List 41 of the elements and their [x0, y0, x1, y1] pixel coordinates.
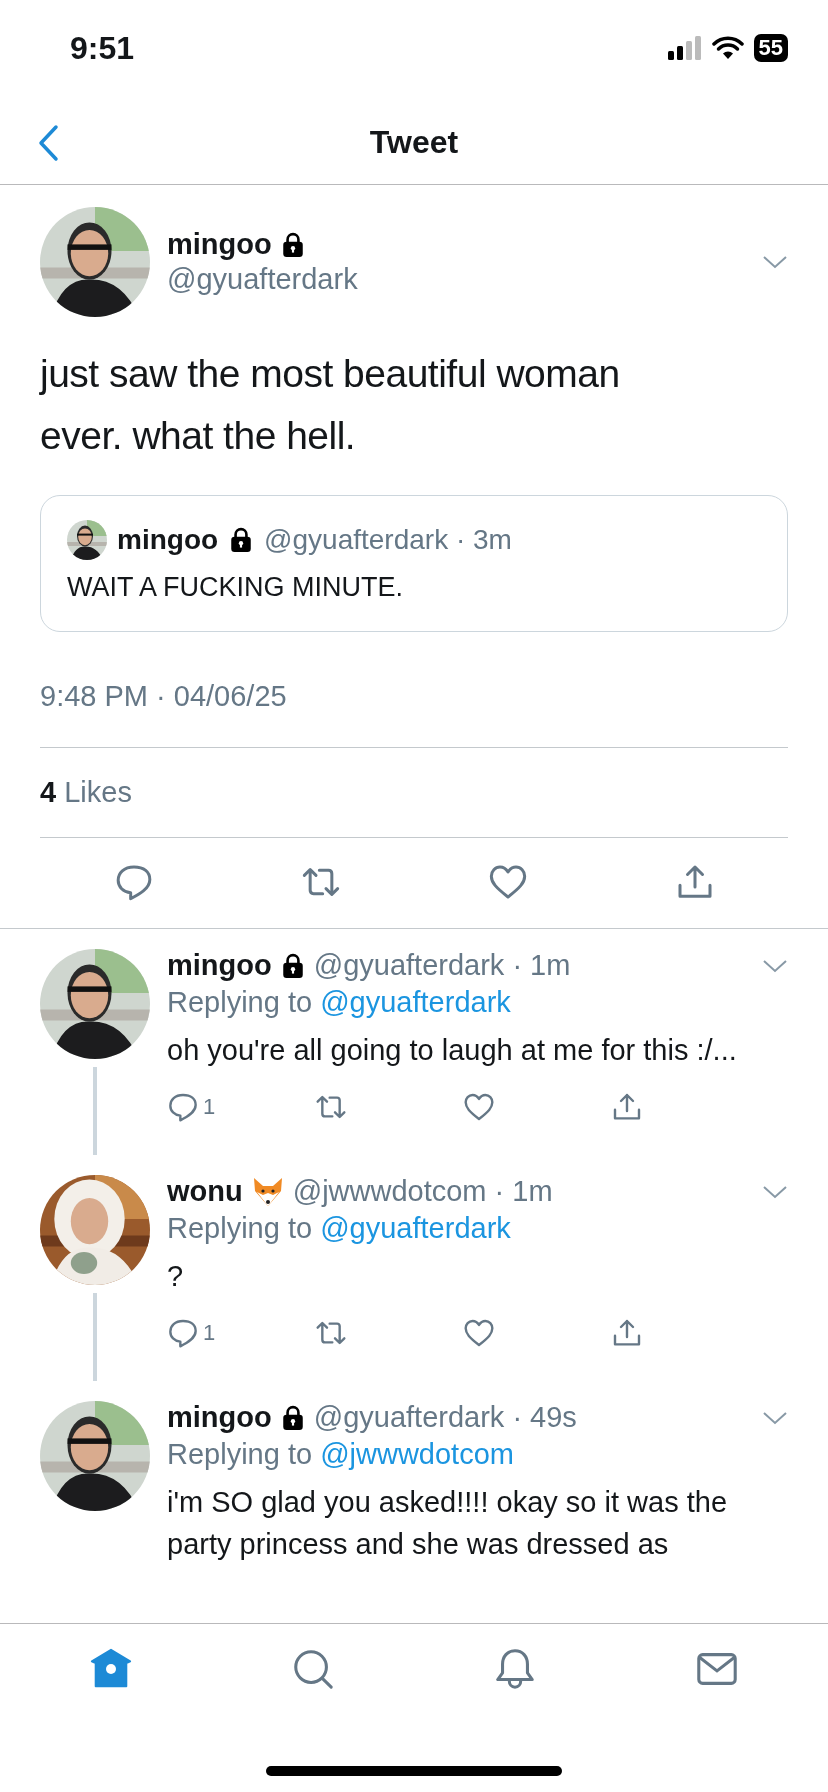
reply-icon[interactable]	[167, 1317, 199, 1349]
chevron-down-icon[interactable]	[762, 1409, 788, 1426]
reply-count: 1	[203, 1094, 216, 1120]
reply-text: oh you're all going to laugh at me for this :/...	[167, 1033, 738, 1068]
author-name: mingoo	[167, 228, 272, 261]
likes-count[interactable]: 4 Likes	[40, 776, 132, 808]
reply-meta: @gyuafterdark · 1m	[313, 949, 572, 982]
replying-to-text: Replying to @gyuafterdark	[167, 1212, 512, 1245]
chevron-down-icon[interactable]	[762, 254, 788, 270]
signal-icon	[667, 36, 702, 60]
replying-to-text: Replying to @gyuafterdark	[167, 986, 512, 1019]
quoted-tweet-text: WAIT A FUCKING MINUTE.	[67, 572, 405, 603]
reply-icon[interactable]	[167, 1091, 199, 1123]
heart-icon[interactable]	[463, 1317, 495, 1349]
reply-meta: @gyuafterdark · 49s	[313, 1401, 578, 1434]
tweet-text: just saw the most beautiful woman ever. what the hell.	[40, 351, 621, 459]
share-icon[interactable]	[611, 1317, 643, 1349]
reply-text: ?	[167, 1259, 185, 1294]
reply-author-name: wonu	[167, 1175, 243, 1208]
page-title: Tweet	[369, 123, 459, 161]
author-handle: @gyuafterdark	[167, 263, 359, 296]
reply-count: 1	[203, 1320, 216, 1346]
wifi-icon	[711, 36, 744, 60]
reply-text: i'm SO glad you asked!!!! okay so it was the party princess and she was dressed as	[167, 1485, 729, 1562]
mention-link[interactable]: @jwwwdotcom	[320, 1438, 514, 1470]
quoted-tweet-meta: @gyuafterdark · 3m	[264, 524, 512, 556]
tweet-timestamp: 9:48 PM · 04/06/25	[40, 680, 287, 712]
mention-link[interactable]: @gyuafterdark	[320, 1212, 511, 1244]
quoted-author-name: mingoo	[117, 524, 219, 556]
status-time: 9:51	[70, 29, 135, 67]
reply-meta: @jwwwdotcom · 1m	[292, 1175, 554, 1208]
reply-author-name: mingoo	[167, 1401, 272, 1434]
share-icon[interactable]	[611, 1091, 643, 1123]
reply-author-name: mingoo	[167, 949, 272, 982]
mention-link[interactable]: @gyuafterdark	[320, 986, 511, 1018]
battery-level: 55	[753, 34, 788, 62]
chevron-down-icon[interactable]	[762, 1183, 788, 1200]
chevron-down-icon[interactable]	[762, 957, 788, 974]
replying-to-text: Replying to @jwwwdotcom	[167, 1438, 515, 1471]
heart-icon[interactable]	[463, 1091, 495, 1123]
quoted-tweet-card[interactable]: mingoo @gyuafterdark · 3m WAIT A FUCKING MINUTE.	[40, 495, 788, 632]
